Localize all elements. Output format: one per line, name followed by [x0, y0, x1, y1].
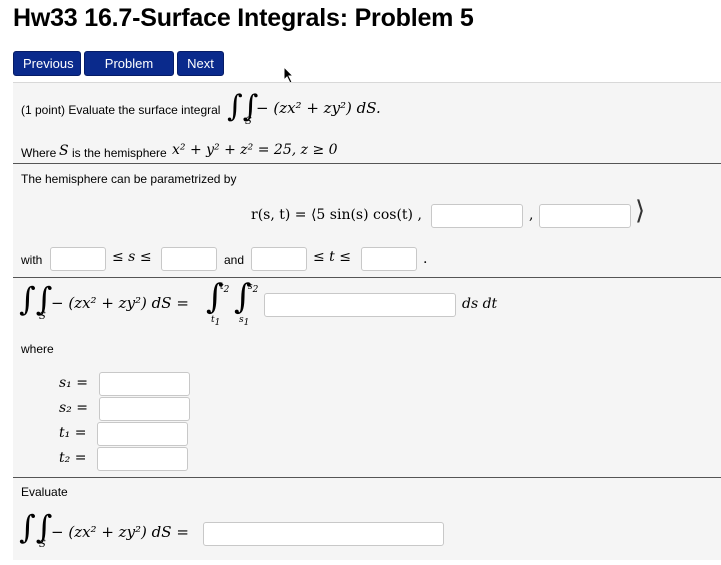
- t1-label: t₁ =: [59, 425, 87, 441]
- t-lower-input[interactable]: [251, 247, 307, 271]
- evaluate-lhs: − (zx² + zy²) dS =: [51, 523, 189, 541]
- integrand-expression: − (zx² + zy²) dS.: [256, 99, 381, 117]
- divider: [13, 163, 721, 164]
- t2-label: t₂ =: [59, 450, 87, 466]
- t1-limit: t1: [211, 315, 221, 328]
- t1-input[interactable]: [97, 422, 188, 446]
- t2-input[interactable]: [97, 447, 188, 471]
- comma: ,: [529, 207, 534, 223]
- double-integral-sign: ∫∫: [19, 280, 53, 318]
- integral-subscript: S: [39, 311, 46, 322]
- r-component-2-input[interactable]: [431, 204, 523, 228]
- s-inequality: ≤ s ≤: [112, 249, 152, 265]
- s2-input[interactable]: [99, 397, 190, 421]
- t2-limit: t2: [220, 282, 230, 295]
- param-text: The hemisphere can be parametrized by: [21, 172, 237, 186]
- double-integral-sign: ∫∫: [19, 508, 53, 546]
- s1-label: s₁ =: [59, 375, 88, 391]
- surface-equation: x² + y² + z² = 25, z ≥ 0: [172, 142, 338, 158]
- s1-input[interactable]: [99, 372, 190, 396]
- problem-points-text: (1 point) Evaluate the surface integral: [21, 103, 221, 117]
- integrand-input[interactable]: [264, 293, 456, 317]
- r-component-3-input[interactable]: [539, 204, 631, 228]
- period: .: [423, 251, 428, 267]
- t-inequality: ≤ t ≤: [313, 249, 351, 265]
- t-upper-input[interactable]: [361, 247, 417, 271]
- next-button[interactable]: Next: [177, 51, 224, 76]
- r-vector-lhs: r(s, t) = ⟨5 sin(s) cos(t) ,: [251, 207, 422, 223]
- and-label: and: [224, 253, 245, 267]
- divider: [13, 477, 721, 478]
- answer-input[interactable]: [203, 522, 444, 546]
- problem-panel: (1 point) Evaluate the surface integral …: [13, 82, 721, 560]
- divider: [13, 277, 721, 278]
- page-title: Hw33 16.7-Surface Integrals: Problem 5: [13, 4, 474, 32]
- integral-subscript: S: [245, 116, 252, 127]
- integral-lhs: − (zx² + zy²) dS =: [51, 294, 189, 312]
- s2-label: s₂ =: [59, 400, 88, 416]
- with-label: with: [21, 253, 43, 267]
- integral-subscript: S: [39, 539, 46, 550]
- where-prefix: Where: [21, 146, 57, 160]
- s2-limit: s2: [248, 282, 259, 295]
- problem-list-button[interactable]: Problem List: [84, 51, 174, 94]
- previous-button[interactable]: Previous: [13, 51, 81, 76]
- s1-limit: s1: [239, 315, 250, 328]
- evaluate-label: Evaluate: [21, 485, 68, 499]
- where-label: where: [21, 342, 54, 356]
- where-var: S: [59, 143, 69, 159]
- double-integral-sign: ∫∫: [227, 89, 259, 124]
- r-close-bracket: ⟩: [635, 196, 646, 226]
- ds-dt-label: ds dt: [462, 296, 498, 312]
- s-lower-input[interactable]: [50, 247, 106, 271]
- s-upper-input[interactable]: [161, 247, 217, 271]
- where-mid: is the hemisphere: [72, 146, 167, 160]
